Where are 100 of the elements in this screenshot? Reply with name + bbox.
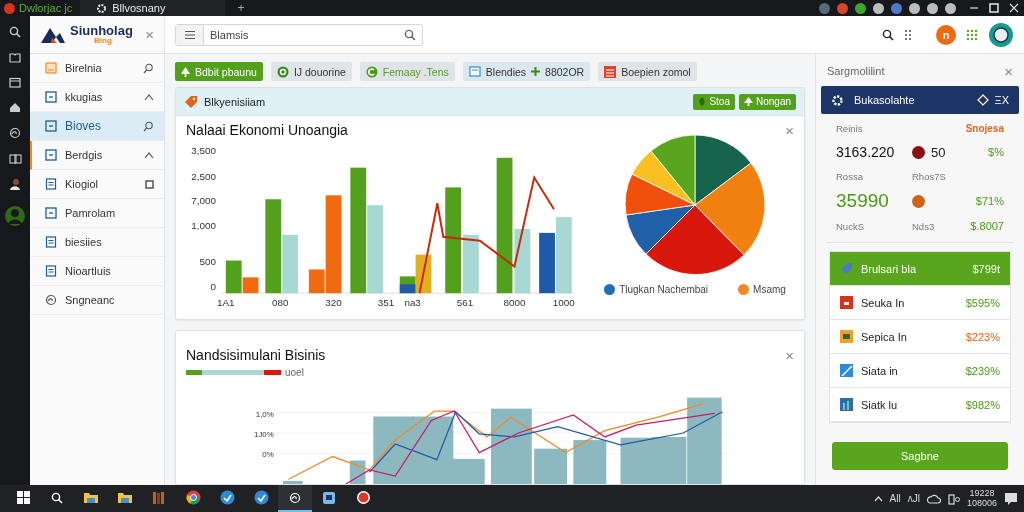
- battery-icon[interactable]: [947, 492, 960, 505]
- folder-icon: [83, 491, 99, 504]
- metric-label: Snojesa: [964, 122, 1004, 134]
- extension-icon[interactable]: [837, 2, 848, 14]
- filter-button[interactable]: Boepien zomol: [598, 62, 697, 81]
- axis-label: 1J0%: [254, 429, 274, 439]
- profile-icon[interactable]: [988, 21, 1014, 48]
- extension-icon[interactable]: [909, 2, 920, 14]
- window-icon: [45, 120, 57, 132]
- tree-icon: [743, 97, 753, 106]
- calendar-icon: [604, 65, 617, 78]
- filter-button[interactable]: IJ douorine: [270, 62, 352, 81]
- bar: [620, 437, 655, 484]
- legend-label: Msamg: [753, 284, 786, 295]
- caret-icon[interactable]: [873, 495, 883, 502]
- metric-label: Nds3: [912, 219, 936, 234]
- close-button[interactable]: ×: [785, 347, 794, 363]
- axis-label: 0%: [262, 450, 274, 460]
- c-shape-icon: [365, 65, 378, 78]
- list-item[interactable]: Siata in $239%: [830, 354, 1010, 388]
- bar: [573, 440, 607, 484]
- document-icon: [45, 178, 57, 190]
- cards-icon[interactable]: [8, 153, 22, 164]
- app-icon[interactable]: [4, 2, 15, 14]
- clock-time[interactable]: 19228: [969, 488, 995, 499]
- list-label: Sepica In: [861, 330, 907, 343]
- leaf-icon: [698, 97, 707, 106]
- list-item[interactable]: Seuka In $595%: [830, 286, 1010, 320]
- sidebar-item[interactable]: Bioves: [30, 112, 164, 141]
- metric-value: 35990: [836, 189, 890, 213]
- windows-icon: [16, 491, 30, 504]
- list-item[interactable]: Sepica In $223%: [830, 320, 1010, 354]
- avatar-icon[interactable]: [4, 205, 26, 227]
- notification-icon[interactable]: [1004, 491, 1018, 506]
- more-icon[interactable]: [904, 28, 912, 41]
- search-icon[interactable]: [9, 26, 21, 38]
- sidebar-item[interactable]: Berdgis: [30, 141, 164, 170]
- home-icon[interactable]: [9, 102, 21, 113]
- filter-button[interactable]: Blendies 8802OR: [462, 62, 591, 81]
- chart-title: Nandsisimulani Bisinis: [186, 347, 326, 363]
- axis-label: 500: [199, 255, 216, 267]
- banner-action[interactable]: ΞX: [994, 94, 1009, 106]
- swirl-icon[interactable]: [9, 127, 21, 139]
- folder-icon: [45, 62, 57, 74]
- search-bar[interactable]: Blamsis: [175, 23, 423, 46]
- banner-title: Bukasolahte: [854, 94, 915, 106]
- app-title: Dwlorjac jc: [19, 2, 73, 14]
- close-button[interactable]: ×: [145, 27, 154, 42]
- list-item[interactable]: Siatk lu $982%: [830, 388, 1010, 422]
- axis-label: 2,500: [191, 170, 216, 182]
- sidebar-item[interactable]: Kiogiol: [30, 170, 164, 199]
- sidebar-item[interactable]: Birelnia: [30, 54, 164, 83]
- tray-label[interactable]: ᴧJl: [907, 493, 920, 504]
- new-tab-button[interactable]: +: [237, 1, 245, 15]
- search-field[interactable]: Blamsis: [204, 25, 404, 44]
- chart-icon: [840, 398, 853, 411]
- metric-label: Rhos7S: [912, 169, 947, 184]
- search-icon[interactable]: [882, 28, 894, 41]
- extension-icon[interactable]: [891, 2, 902, 14]
- clock-date[interactable]: 108006: [966, 498, 997, 509]
- legend-label: Tlugkan Nachembai: [619, 284, 709, 295]
- window-icon: [45, 149, 57, 161]
- extension-icon[interactable]: [927, 2, 938, 14]
- search-icon: [143, 62, 154, 74]
- metric-percent: $%: [987, 146, 1004, 158]
- taskbar-button[interactable]: [278, 485, 312, 512]
- sidebar-item[interactable]: Nioartluis: [30, 257, 164, 286]
- cloud-icon[interactable]: [926, 492, 941, 505]
- extension-icon[interactable]: [873, 2, 884, 14]
- person-icon[interactable]: [8, 178, 22, 191]
- tray-label[interactable]: All: [889, 493, 901, 504]
- app-icon: [253, 490, 269, 505]
- extension-icon[interactable]: [855, 2, 866, 14]
- tag-icon: [840, 262, 853, 275]
- axis-label: 7,000: [191, 195, 216, 207]
- ring-icon: [276, 65, 289, 78]
- square-icon: [840, 364, 853, 377]
- extension-icon[interactable]: [945, 2, 956, 14]
- book-icon[interactable]: [9, 52, 21, 63]
- bar: [534, 448, 568, 484]
- diamond-icon[interactable]: [976, 94, 989, 106]
- browser-tab[interactable]: Bllvosnany: [80, 0, 226, 16]
- bookshelf-icon: [152, 490, 166, 505]
- legend-label: uoel: [285, 367, 304, 378]
- close-button[interactable]: ×: [785, 122, 794, 138]
- calendar-icon[interactable]: [9, 77, 21, 88]
- chart-title: Nalaai Ekonomi Unoangia: [186, 122, 348, 138]
- axis-label: na3: [404, 297, 421, 308]
- sidebar-item[interactable]: Sngneanc: [30, 286, 164, 315]
- logo-text: Siunholag: [70, 24, 133, 37]
- grid-icon[interactable]: [966, 28, 978, 41]
- menu-button[interactable]: [176, 24, 204, 45]
- card-header-title: Blkyenisiiam: [204, 95, 266, 108]
- axis-label: 1,0%: [255, 409, 274, 419]
- caret-icon: [144, 151, 154, 159]
- square-icon: [145, 179, 154, 189]
- sidebar-item[interactable]: biesiies: [30, 228, 164, 257]
- close-button[interactable]: ×: [1004, 63, 1013, 79]
- browser-icon: [185, 490, 201, 505]
- sidebar-item[interactable]: Pamrolam: [30, 199, 164, 228]
